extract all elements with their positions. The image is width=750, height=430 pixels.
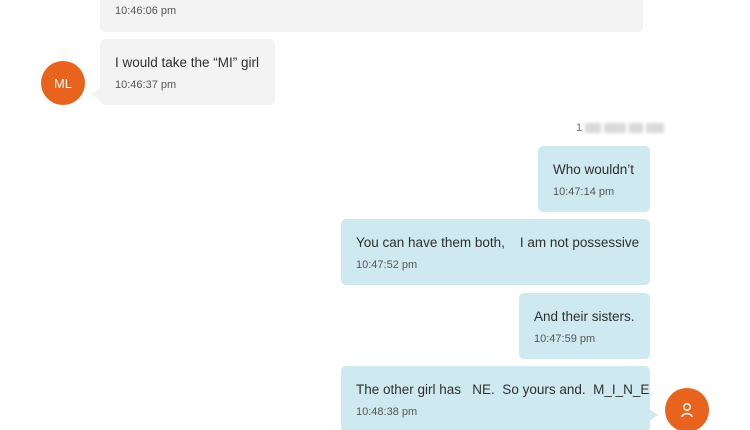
message-text: You can have them both, I am not possess… [356, 235, 640, 250]
redacted-block [646, 123, 665, 133]
redacted-block [604, 123, 627, 133]
message-bubble-incoming: 10:46:06 pm [100, 0, 643, 32]
self-avatar[interactable] [665, 388, 709, 430]
redacted-block [585, 123, 602, 133]
sender-label: 1 [576, 121, 665, 135]
message-bubble-outgoing: You can have them both, I am not possess… [341, 219, 650, 285]
message-text: And their sisters. [534, 309, 635, 324]
bubble-tail [91, 88, 100, 100]
redacted-block [629, 123, 644, 133]
message-bubble-outgoing: Who wouldn’t 10:47:14 pm [538, 146, 650, 212]
message-text: I would take the “MI” girl [115, 55, 260, 70]
message-time: 10:48:38 pm [356, 406, 418, 418]
message-bubble-incoming: I would take the “MI” girl 10:46:37 pm [100, 39, 275, 105]
message-bubble-outgoing: And their sisters. 10:47:59 pm [519, 293, 650, 359]
message-time: 10:47:52 pm [356, 259, 418, 271]
bubble-tail [649, 409, 658, 421]
message-text: The other girl has NE. So yours and. M_I… [356, 382, 650, 397]
message-time: 10:47:14 pm [553, 186, 615, 198]
contact-avatar[interactable]: ML [41, 61, 85, 105]
contact-initials: ML [53, 75, 73, 91]
message-bubble-outgoing: The other girl has NE. So yours and. M_I… [341, 366, 650, 430]
chat-thread: 10:46:06 pm I would take the “MI” girl 1… [0, 0, 750, 430]
message-time: 10:47:59 pm [534, 333, 596, 345]
message-text: Who wouldn’t [553, 162, 635, 177]
person-icon [680, 402, 694, 418]
sender-label-prefix: 1 [576, 122, 583, 134]
message-time: 10:46:37 pm [115, 79, 177, 91]
message-time: 10:46:06 pm [115, 5, 177, 17]
